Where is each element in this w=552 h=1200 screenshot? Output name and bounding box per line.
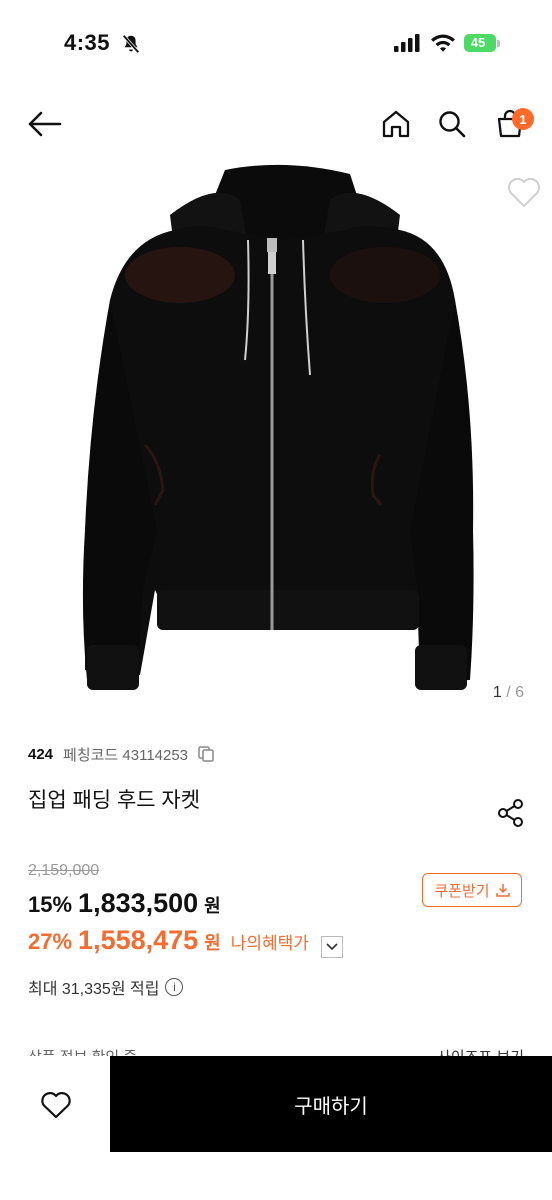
benefit-dropdown-button[interactable] [320,936,343,958]
copy-icon[interactable] [198,746,214,762]
arrow-left-icon [28,111,62,137]
image-counter: 1 / 6 [493,684,524,702]
share-icon[interactable] [496,798,526,828]
my-benefit-price: 1,558,475 [78,925,199,955]
image-counter-total: 6 [515,684,524,701]
home-icon [382,110,410,138]
back-button[interactable] [24,104,64,144]
product-code: 페칭코드 43114253 [63,746,189,764]
discount-rate: 15% [28,892,73,917]
image-counter-separator: / [501,684,516,701]
coupon-download-button[interactable]: 쿠폰받기 [422,873,522,907]
brand-row: 424 페칭코드 43114253 [28,742,214,766]
search-icon [439,111,466,138]
reward-points: 최대 31,335원 적립 i [28,975,184,999]
heart-outline-icon[interactable] [506,175,542,209]
status-time: 4:35 [64,30,111,55]
price-row: 15% 1,833,500 원 [28,888,221,919]
bell-muted-icon [122,34,140,54]
status-bar: 4:35 45 [0,0,552,90]
my-benefit-price-row: 27% 1,558,475 원 나의혜택가 [28,925,343,958]
coupon-label: 쿠폰받기 [434,882,490,900]
sale-price: 1,833,500 [78,888,199,918]
my-benefit-label: 나의혜택가 [230,934,309,953]
chevron-down-icon [326,943,338,951]
battery-icon: 45 [464,34,500,54]
cart-count-badge: 1 [512,108,534,130]
brand-name[interactable]: 424 [28,746,53,763]
home-button[interactable] [376,104,416,144]
heart-outline-icon[interactable] [40,1090,72,1120]
currency-unit: 원 [204,896,221,916]
my-currency-unit: 원 [204,933,221,953]
cellular-signal-icon [394,34,420,52]
buy-button[interactable]: 구매하기 [110,1056,552,1152]
search-button[interactable] [432,104,472,144]
product-image-gallery[interactable] [0,160,552,720]
original-price: 2,159,000 [28,862,100,879]
info-icon[interactable]: i [165,978,184,996]
top-nav [0,96,552,154]
wifi-icon [431,34,455,52]
download-icon [495,884,510,897]
image-counter-current: 1 [492,684,502,701]
battery-percent: 45 [470,35,486,50]
my-discount-rate: 27% [28,929,73,954]
reward-points-text: 최대 31,335원 적립 [28,981,160,998]
product-image[interactable] [65,160,505,720]
product-title: 집업 패딩 후드 자켓 [28,789,201,812]
